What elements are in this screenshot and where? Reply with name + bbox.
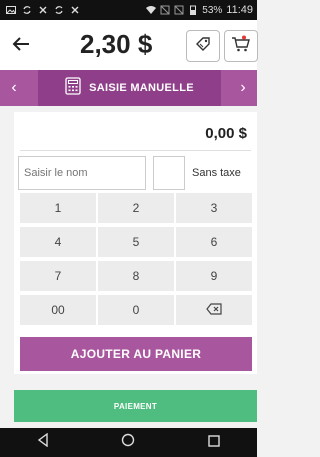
- top-bar: 2,30 $: [0, 20, 258, 70]
- key-5[interactable]: 5: [98, 227, 174, 257]
- image-icon: [6, 5, 16, 15]
- add-to-cart-button[interactable]: AJOUTER AU PANIER: [20, 337, 252, 371]
- keypad: 1 2 3 4 5 6 7 8 9 00 0: [20, 193, 252, 325]
- calculator-icon: [65, 76, 81, 100]
- key-2[interactable]: 2: [98, 193, 174, 223]
- cart-icon: [231, 35, 251, 58]
- circle-home-icon: [121, 433, 135, 452]
- backspace-key[interactable]: [176, 295, 252, 325]
- cart-button[interactable]: [224, 30, 258, 62]
- name-input[interactable]: [18, 156, 146, 190]
- mode-bar: ‹ SAISIE MANUELLE ›: [0, 70, 257, 106]
- triangle-back-icon: [37, 432, 49, 452]
- key-8[interactable]: 8: [98, 261, 174, 291]
- payment-button[interactable]: PAIEMENT: [14, 390, 257, 422]
- amount-display: 0,00 $: [205, 125, 247, 142]
- nav-back-button[interactable]: [23, 428, 63, 457]
- key-00[interactable]: 00: [20, 295, 96, 325]
- key-1[interactable]: 1: [20, 193, 96, 223]
- close-x-icon: [38, 5, 48, 15]
- key-9[interactable]: 9: [176, 261, 252, 291]
- status-bar: 53% 11:49: [0, 0, 257, 20]
- key-3[interactable]: 3: [176, 193, 252, 223]
- sync-icon: [54, 5, 64, 15]
- key-6[interactable]: 6: [176, 227, 252, 257]
- previous-mode-button[interactable]: ‹: [0, 70, 28, 106]
- tax-label: Sans taxe: [192, 167, 241, 179]
- discount-button[interactable]: [186, 30, 220, 62]
- battery-percent: 53%: [202, 4, 223, 16]
- wifi-icon: [146, 5, 157, 15]
- arrow-left-icon: [12, 32, 30, 58]
- clock: 11:49: [226, 4, 253, 16]
- system-nav-bar: [0, 428, 257, 457]
- key-7[interactable]: 7: [20, 261, 96, 291]
- key-4[interactable]: 4: [20, 227, 96, 257]
- tax-checkbox[interactable]: [153, 156, 185, 190]
- mode-label: SAISIE MANUELLE: [89, 82, 194, 94]
- square-recents-icon: [208, 434, 220, 452]
- next-mode-button[interactable]: ›: [229, 70, 257, 106]
- back-button[interactable]: [0, 20, 42, 70]
- nav-home-button[interactable]: [108, 428, 148, 457]
- key-0[interactable]: 0: [98, 295, 174, 325]
- chevron-right-icon: ›: [240, 79, 246, 96]
- battery-icon: [188, 5, 198, 15]
- sync-icon: [22, 5, 32, 15]
- signal-off-icon: [160, 5, 170, 15]
- cart-total: 2,30 $: [80, 29, 153, 59]
- close-x-icon: [70, 5, 80, 15]
- nav-recents-button[interactable]: [194, 428, 234, 457]
- signal-off-icon: [174, 5, 184, 15]
- divider: [20, 150, 251, 151]
- backspace-icon: [206, 302, 222, 318]
- chevron-left-icon: ‹: [11, 79, 17, 96]
- price-tag-icon: [194, 35, 212, 58]
- mode-title: SAISIE MANUELLE: [38, 70, 221, 106]
- manual-entry-panel: 0,00 $ Sans taxe 1 2 3 4 5 6 7 8 9 00 0 …: [14, 112, 257, 374]
